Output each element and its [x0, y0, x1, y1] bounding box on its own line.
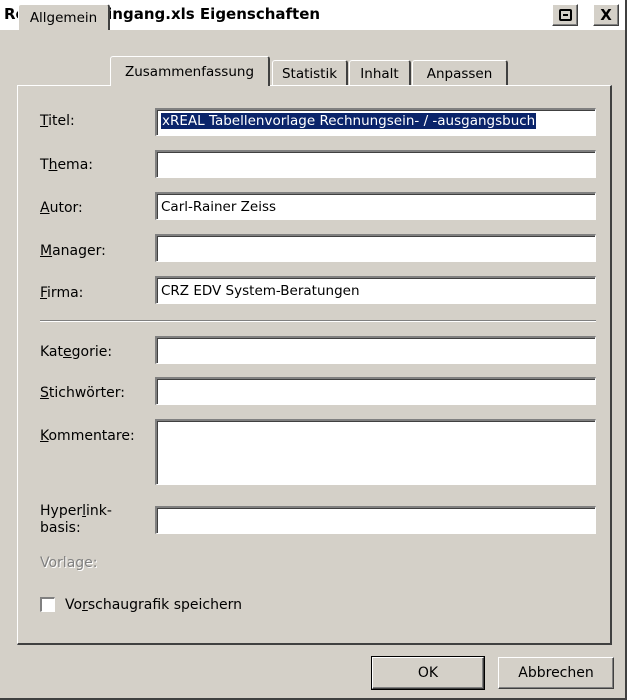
firma-field[interactable] — [155, 276, 596, 304]
hyperlink-label: Hyperlink-basis: — [40, 503, 112, 536]
cancel-button[interactable]: Abbrechen — [498, 657, 614, 689]
titel-field[interactable]: xREAL Tabellenvorlage Rechnungsein- / -a… — [155, 108, 596, 136]
titel-label: Titel: — [40, 113, 75, 129]
preview-checkbox[interactable] — [40, 597, 55, 612]
kommentare-field[interactable] — [155, 419, 596, 485]
cancel-label: Abbrechen — [518, 665, 594, 681]
firma-label: Firma: — [40, 285, 84, 301]
stichwoerter-label: Stichwörter: — [40, 385, 125, 401]
separator — [40, 320, 596, 322]
autor-label: Autor: — [40, 200, 83, 216]
thema-field[interactable] — [155, 150, 596, 178]
properties-dialog: Rechnungseingang.xls Eigenschaften X All… — [0, 0, 627, 700]
autor-field[interactable] — [155, 192, 596, 220]
ok-label: OK — [417, 665, 439, 681]
kategorie-field[interactable] — [155, 336, 596, 364]
thema-label: Thema: — [40, 157, 93, 173]
hyperlink-field[interactable] — [155, 506, 596, 534]
manager-field[interactable] — [155, 234, 596, 262]
preview-checkbox-label[interactable]: Vorschaugrafik speichern — [65, 597, 242, 613]
kategorie-label: Kategorie: — [40, 344, 113, 360]
ok-button[interactable]: OK — [371, 656, 485, 690]
vorlage-label: Vorlage: — [40, 555, 98, 571]
stichwoerter-field[interactable] — [155, 377, 596, 405]
manager-label: Manager: — [40, 243, 106, 259]
kommentare-label: Kommentare: — [40, 428, 135, 444]
